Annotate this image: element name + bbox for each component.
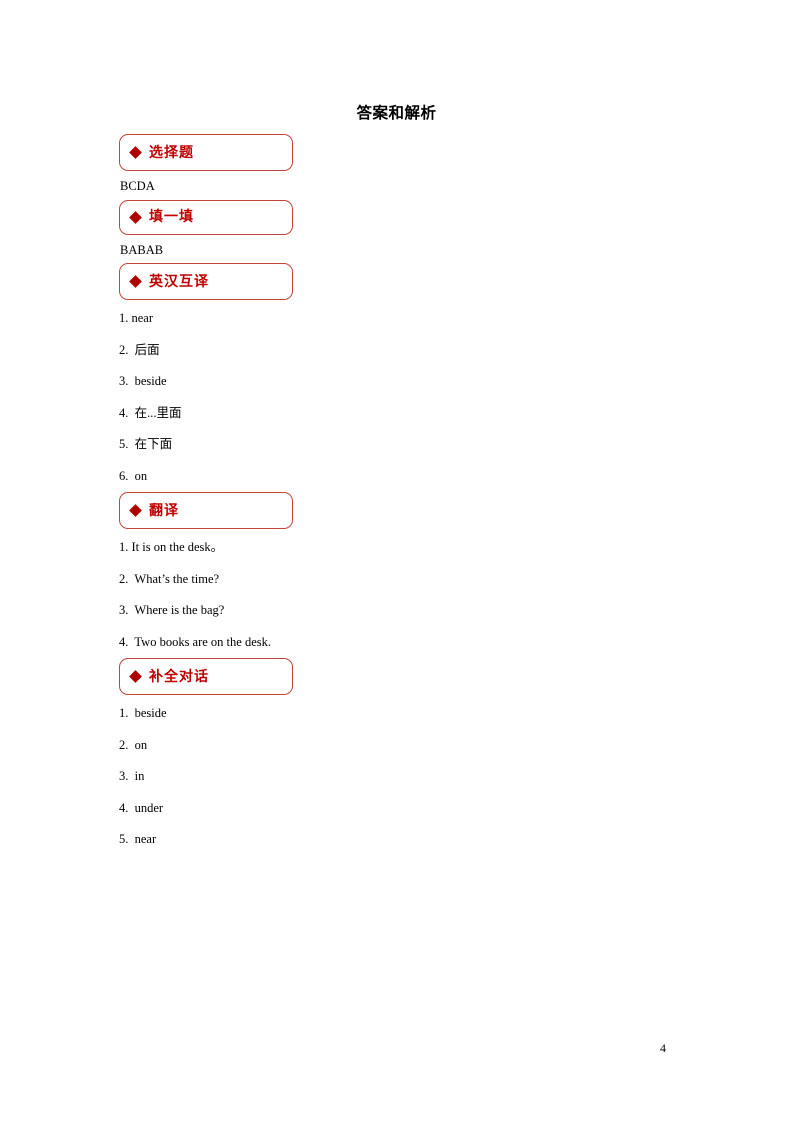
answer-key-content: 选择题 BCDA 填一填 BABAB 英汉互译 1. near 2. 后面 3.…: [119, 134, 679, 846]
list-item: 5. near: [119, 832, 157, 846]
list-item: 6. on: [119, 468, 148, 483]
answer-list-translate-words: 1. near 2. 后面 3. beside 4. 在...里面 5. 在下面…: [119, 312, 679, 482]
diamond-icon: [129, 210, 142, 224]
list-item: 2. 后面: [119, 342, 160, 357]
diamond-icon: [129, 504, 142, 517]
list-item: 3. in: [119, 769, 145, 783]
answer-text-choice: BCDA: [120, 179, 155, 193]
section-header-choice: 选择题: [119, 134, 293, 171]
list-item: 2. on: [119, 737, 148, 752]
list-item: 4. 在...里面: [119, 405, 182, 420]
list-item: 1. near: [119, 311, 154, 325]
section-label: 英汉互译: [149, 273, 209, 290]
document-page: 答案和解析 选择题 BCDA 填一填 BABAB 英汉互译 1. near 2.…: [0, 0, 793, 1122]
list-item: 5. 在下面: [119, 437, 173, 451]
page-number: 4: [660, 1041, 666, 1055]
list-item: 1. beside: [119, 706, 167, 720]
list-item: 3. beside: [119, 374, 167, 388]
list-item: 1. It is on the desk。: [119, 540, 224, 554]
list-item: 2. What’s the time?: [119, 571, 220, 586]
section-header-fill: 填一填: [119, 199, 293, 235]
section-label: 翻译: [149, 502, 179, 519]
diamond-icon: [129, 275, 142, 288]
section-header-translate-words: 英汉互译: [119, 263, 293, 300]
answer-list-complete-dialogue: 1. beside 2. on 3. in 4. under 5. near: [119, 707, 679, 846]
section-label: 补全对话: [149, 668, 209, 685]
list-item: 3. Where is the bag?: [119, 603, 225, 617]
section-header-translate-sentences: 翻译: [119, 492, 293, 529]
diamond-icon: [129, 670, 142, 683]
diamond-icon: [129, 146, 142, 159]
section-label: 选择题: [149, 144, 194, 161]
page-title: 答案和解析: [356, 104, 437, 122]
list-item: 4. Two books are on the desk.: [119, 634, 271, 649]
answer-list-translate-sentences: 1. It is on the desk。 2. What’s the time…: [119, 541, 679, 648]
answer-text-fill: BABAB: [120, 242, 164, 257]
list-item: 4. under: [119, 800, 164, 815]
section-label: 填一填: [149, 209, 194, 225]
section-header-complete-dialogue: 补全对话: [119, 658, 293, 695]
